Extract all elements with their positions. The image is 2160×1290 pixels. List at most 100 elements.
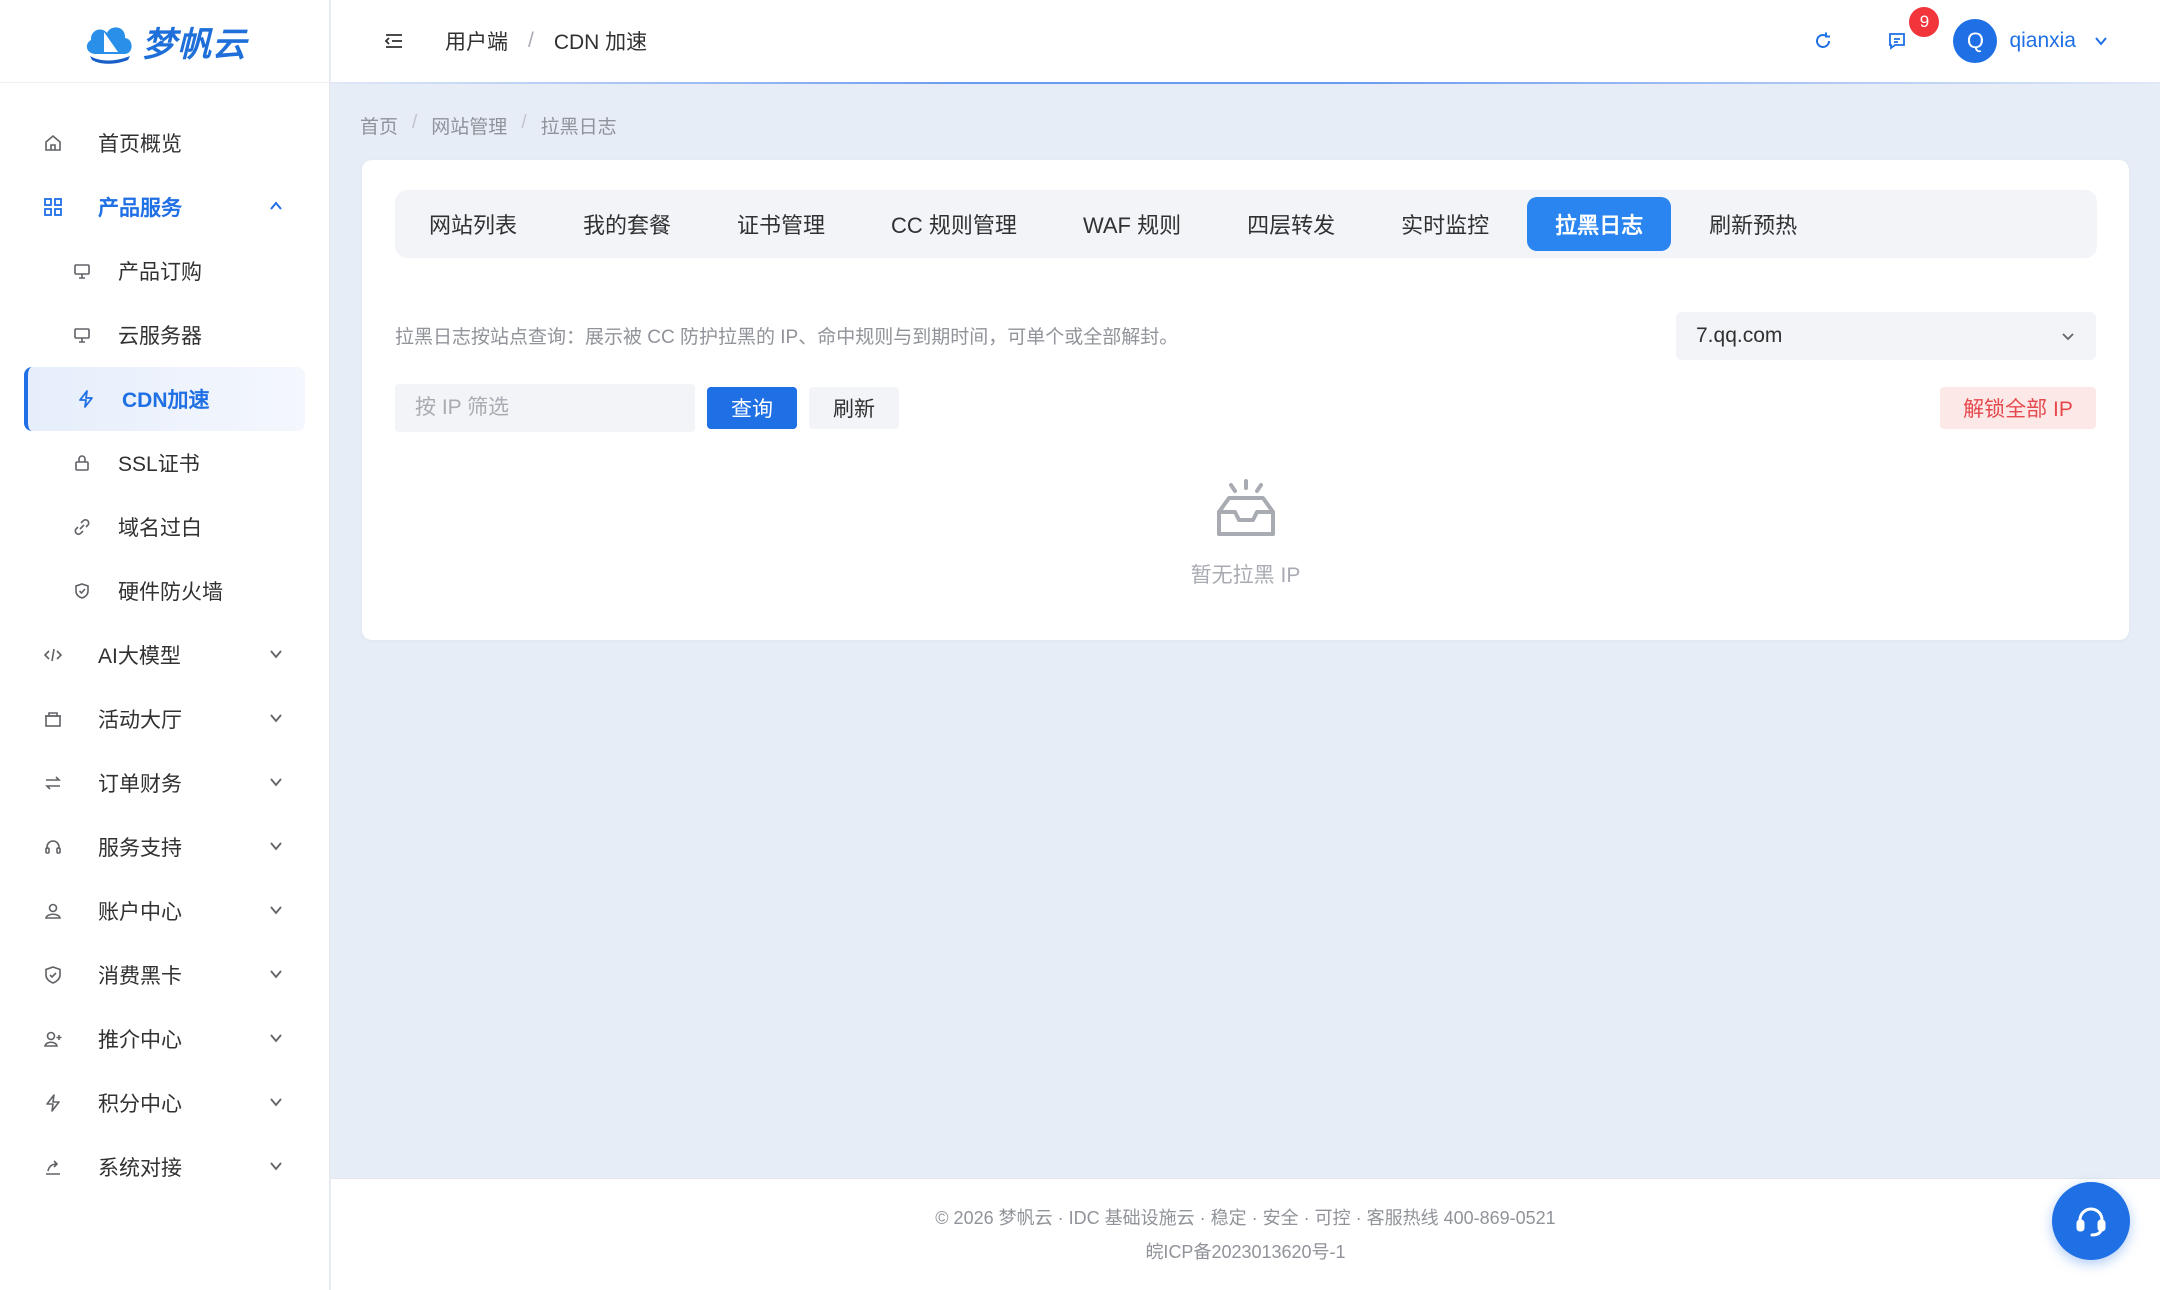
- chevron-down-icon: [267, 773, 285, 797]
- sidebar-item-label: 订单财务: [98, 773, 182, 796]
- header-breadcrumb-current: CDN 加速: [553, 31, 648, 54]
- query-button[interactable]: 查询: [707, 387, 797, 429]
- cloud-sail-logo-icon: [86, 27, 132, 64]
- chevron-down-icon: [267, 1157, 285, 1181]
- site-select[interactable]: 7.qq.com: [1676, 312, 2096, 360]
- breadcrumb-separator: /: [521, 112, 527, 133]
- tab-site-list[interactable]: 网站列表: [401, 197, 545, 251]
- sidebar-item-ai-model[interactable]: AI大模型: [0, 623, 329, 687]
- sidebar-item-system-integration[interactable]: 系统对接: [0, 1135, 329, 1199]
- sidebar-subitem-product-order[interactable]: 产品订购: [0, 239, 329, 303]
- sidebar-item-label: 活动大厅: [98, 709, 182, 732]
- breadcrumb-item-site-management[interactable]: 网站管理: [431, 112, 507, 139]
- refresh-button[interactable]: 刷新: [809, 387, 899, 429]
- sidebar-item-black-card[interactable]: 消费黑卡: [0, 943, 329, 1007]
- site-management-tabs: 网站列表 我的套餐 证书管理 CC 规则管理 WAF 规则 四层转发 实时监控 …: [395, 190, 2097, 258]
- home-icon: [42, 132, 64, 154]
- site-select-value: 7.qq.com: [1696, 324, 1783, 347]
- message-icon[interactable]: 9: [1877, 7, 1940, 61]
- chevron-down-icon: [267, 1093, 285, 1117]
- sidebar-item-label: AI大模型: [98, 645, 181, 668]
- sidebar-subitem-label: 域名过白: [118, 517, 202, 540]
- sidebar-subitem-label: 产品订购: [118, 261, 202, 284]
- sidebar-subitem-hardware-firewall[interactable]: 硬件防火墙: [0, 559, 329, 623]
- tab-certificates[interactable]: 证书管理: [709, 197, 853, 251]
- monitor-icon: [72, 325, 92, 345]
- headset-icon: [2073, 1203, 2109, 1239]
- breadcrumb-separator: /: [528, 29, 534, 52]
- breadcrumb-separator: /: [412, 112, 418, 133]
- header-actions: 9 Q qianxia: [1787, 0, 2110, 82]
- sidebar-item-label: 首页概览: [98, 133, 182, 156]
- chevron-down-icon: [267, 709, 285, 733]
- avatar[interactable]: Q: [1953, 19, 1998, 63]
- header-breadcrumb-item[interactable]: 用户端: [445, 26, 508, 56]
- sidebar-subitem-ssl[interactable]: SSL证书: [0, 431, 329, 495]
- monitor-icon: [72, 261, 92, 281]
- breadcrumb-item-current: 拉黑日志: [540, 117, 617, 138]
- sidebar-item-home[interactable]: 首页概览: [0, 111, 329, 175]
- link-icon: [72, 517, 92, 537]
- sidebar-item-label: 推介中心: [98, 1029, 182, 1052]
- lightning-icon: [76, 389, 96, 409]
- unlock-all-ip-button[interactable]: 解锁全部 IP: [1940, 387, 2096, 429]
- ip-filter-input[interactable]: [395, 384, 695, 432]
- breadcrumb-item-home[interactable]: 首页: [360, 112, 398, 139]
- sidebar-item-label: 账户中心: [98, 901, 182, 924]
- brand-name: 梦帆云: [142, 25, 247, 64]
- sidebar-item-account[interactable]: 账户中心: [0, 879, 329, 943]
- sidebar-item-events[interactable]: 活动大厅: [0, 687, 329, 751]
- swap-icon: [42, 772, 64, 794]
- sidebar-subitem-domain-whitelist[interactable]: 域名过白: [0, 495, 329, 559]
- tab-blacklist-log[interactable]: 拉黑日志: [1527, 197, 1672, 251]
- chevron-down-icon: [267, 645, 285, 669]
- sidebar-item-points[interactable]: 积分中心: [0, 1071, 329, 1135]
- sidebar-item-referral[interactable]: 推介中心: [0, 1007, 329, 1071]
- chevron-down-icon: [267, 901, 285, 925]
- empty-state: 暂无拉黑 IP: [362, 478, 2129, 589]
- tab-l4-forwarding[interactable]: 四层转发: [1219, 197, 1363, 251]
- tab-waf-rules[interactable]: WAF 规则: [1055, 197, 1209, 251]
- chevron-down-icon: [2060, 328, 2076, 344]
- empty-state-text: 暂无拉黑 IP: [1190, 564, 1301, 587]
- refresh-icon[interactable]: [1803, 21, 1843, 61]
- collapse-sidebar-icon[interactable]: [383, 30, 405, 52]
- header-breadcrumb: 用户端 / CDN 加速: [445, 26, 647, 56]
- sidebar-item-label: 系统对接: [98, 1157, 182, 1180]
- brand-logo[interactable]: 梦帆云: [0, 0, 329, 83]
- page-footer: © 2026 梦帆云 · IDC 基础设施云 · 稳定 · 安全 · 可控 · …: [331, 1178, 2160, 1290]
- sidebar-subitem-label: 硬件防火墙: [118, 581, 223, 604]
- chevron-down-icon: [267, 1029, 285, 1053]
- empty-inbox-icon: [1213, 478, 1279, 545]
- sidebar-item-products[interactable]: 产品服务: [0, 175, 329, 239]
- sidebar-subitem-label: 云服务器: [118, 325, 202, 348]
- footer-icp[interactable]: 皖ICP备2023013620号-1: [1145, 1235, 1345, 1269]
- sidebar-item-orders-finance[interactable]: 订单财务: [0, 751, 329, 815]
- tab-my-plans[interactable]: 我的套餐: [555, 197, 699, 251]
- lightning-icon: [42, 1092, 64, 1114]
- page-description: 拉黑日志按站点查询：展示被 CC 防护拉黑的 IP、命中规则与到期时间，可单个或…: [395, 327, 1179, 348]
- shield-icon: [72, 581, 92, 601]
- username[interactable]: qianxia: [2009, 29, 2076, 53]
- lock-icon: [72, 453, 92, 473]
- share-icon: [42, 1156, 64, 1178]
- chevron-down-icon[interactable]: [2092, 32, 2110, 50]
- tab-realtime-monitor[interactable]: 实时监控: [1373, 197, 1517, 251]
- customer-service-button[interactable]: [2052, 1182, 2130, 1260]
- tab-refresh-preheat[interactable]: 刷新预热: [1681, 197, 1825, 251]
- breadcrumb: 首页 / 网站管理 / 拉黑日志: [360, 112, 617, 139]
- sidebar-item-support[interactable]: 服务支持: [0, 815, 329, 879]
- user-plus-icon: [42, 1028, 64, 1050]
- top-header: 用户端 / CDN 加速 9 Q qianxia: [331, 0, 2160, 82]
- chevron-up-icon: [267, 197, 285, 221]
- notification-badge: 9: [1909, 7, 1940, 37]
- sidebar: 梦帆云 首页概览 产品服务 产品订购 云服务器 CDN加速 SSL证书 域名过白…: [0, 0, 330, 1290]
- footer-copyright: © 2026 梦帆云 · IDC 基础设施云 · 稳定 · 安全 · 可控 · …: [935, 1207, 1556, 1228]
- sidebar-subitem-cdn[interactable]: CDN加速: [24, 367, 305, 431]
- tab-cc-rules[interactable]: CC 规则管理: [863, 197, 1045, 251]
- sidebar-subitem-cloud-server[interactable]: 云服务器: [0, 303, 329, 367]
- code-icon: [42, 644, 64, 666]
- sidebar-item-label: 服务支持: [98, 837, 182, 860]
- sidebar-subitem-label: SSL证书: [118, 453, 200, 476]
- sidebar-item-label: 积分中心: [98, 1093, 182, 1116]
